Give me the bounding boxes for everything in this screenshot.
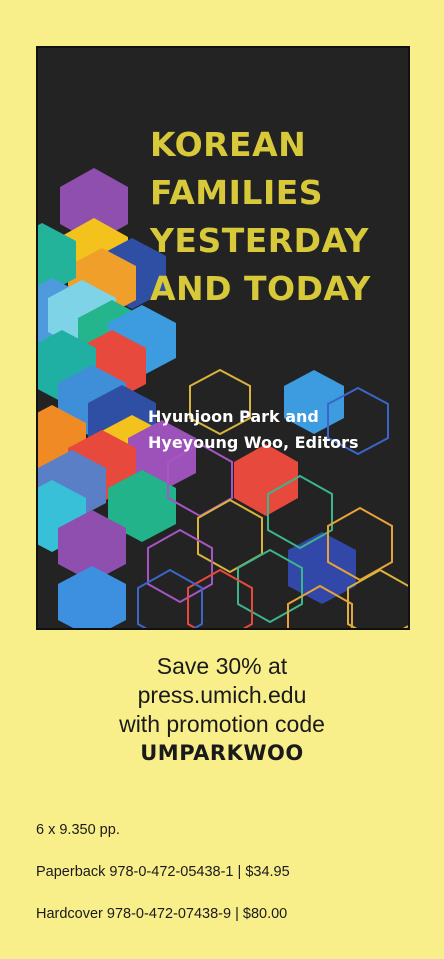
book-editors-line-1: Hyunjoon Park and (148, 407, 319, 426)
book-title-line-3: YESTERDAY (150, 221, 369, 260)
promo-line-1: Save 30% at (156, 653, 288, 679)
hexagon-navy-right (288, 532, 356, 604)
book-title: KOREAN FAMILIES YESTERDAY AND TODAY (150, 121, 371, 313)
book-title-line-1: KOREAN (150, 125, 307, 164)
paperback-info: Paperback 978-0-472-05438-1 | $34.95 (36, 864, 290, 880)
book-editors-line-2: Hyeyoung Woo, Editors (148, 433, 359, 452)
book-editors: Hyunjoon Park and Hyeyoung Woo, Editors (148, 404, 359, 456)
book-title-line-2: FAMILIES (150, 173, 324, 212)
hardcover-info: Hardcover 978-0-472-07438-9 | $80.00 (36, 906, 288, 922)
promotion-text: Save 30% at press.umich.edu with promoti… (0, 652, 444, 768)
ad-page: KOREAN FAMILIES YESTERDAY AND TODAY Hyun… (0, 0, 444, 959)
promo-line-2: press.umich.edu (137, 682, 307, 708)
promo-line-3: with promotion code (119, 711, 325, 737)
hexagon-blue-bottom (58, 566, 126, 628)
promo-code: UMPARKWOO (140, 741, 304, 765)
book-title-line-4: AND TODAY (150, 269, 371, 308)
book-cover: KOREAN FAMILIES YESTERDAY AND TODAY Hyun… (36, 46, 410, 630)
book-dimensions: 6 x 9.350 pp. (36, 822, 120, 838)
